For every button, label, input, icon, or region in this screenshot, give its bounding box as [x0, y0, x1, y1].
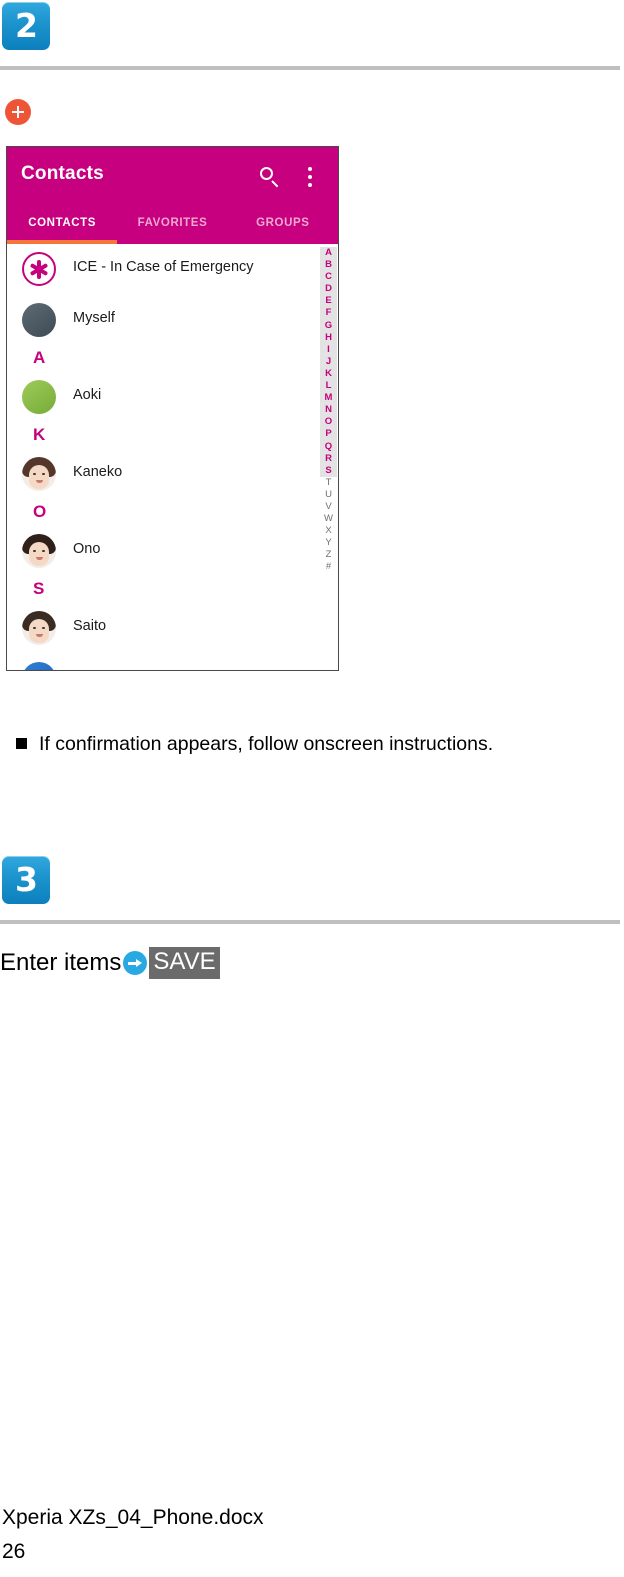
alpha-index-letter[interactable]: X: [320, 525, 337, 538]
avatar: [22, 380, 56, 414]
section-header: S: [7, 577, 338, 603]
alpha-index-letter[interactable]: T: [320, 476, 337, 489]
section-header: O: [7, 500, 338, 526]
alpha-index-letter[interactable]: D: [320, 283, 337, 296]
avatar: [22, 303, 56, 337]
contact-name: Myself: [73, 310, 115, 326]
alpha-index-letter[interactable]: R: [320, 452, 337, 465]
alpha-index-letter[interactable]: U: [320, 488, 337, 501]
avatar: [22, 457, 56, 491]
alpha-index-letter[interactable]: Y: [320, 537, 337, 550]
alpha-index-letter[interactable]: K: [320, 367, 337, 381]
instruction-lead-text: Enter items: [0, 949, 122, 976]
note-line: If confirmation appears, follow onscreen…: [16, 733, 616, 756]
section-letter: O: [33, 502, 47, 521]
alpha-index-letter[interactable]: S: [320, 464, 337, 477]
contact-name: ICE - In Case of Emergency: [73, 259, 254, 275]
ice-asterisk-avatar: [22, 252, 56, 286]
add-plus-icon: [5, 99, 31, 125]
list-item[interactable]: Myself: [7, 295, 338, 346]
arrow-right-circle-icon: [123, 951, 148, 975]
alpha-index-letter[interactable]: M: [320, 392, 337, 405]
horizontal-rule: [0, 66, 620, 70]
alpha-index-letter[interactable]: Q: [320, 440, 337, 453]
step-number-badge-2: 2: [2, 2, 50, 50]
footer-filename: Xperia XZs_04_Phone.docx: [2, 1506, 264, 1529]
contact-list: ICE - In Case of Emergency Myself A Aoki…: [7, 244, 338, 670]
avatar: [22, 662, 56, 670]
alpha-index-letter[interactable]: P: [320, 428, 337, 441]
app-bar-title: Contacts: [21, 163, 104, 184]
section-header: K: [7, 423, 338, 449]
section-letter: K: [33, 425, 46, 444]
list-item[interactable]: Saito: [7, 603, 338, 654]
alpha-index-letter[interactable]: Z: [320, 549, 337, 562]
section-letter: S: [33, 579, 45, 598]
horizontal-rule: [0, 920, 620, 924]
save-chip-label: SAVE: [149, 947, 220, 979]
alpha-index-letter[interactable]: A: [320, 247, 337, 260]
alpha-index-letter[interactable]: H: [320, 331, 337, 344]
contact-name: Saito: [73, 618, 107, 634]
alpha-index-letter[interactable]: F: [320, 307, 337, 320]
alpha-index-letter[interactable]: V: [320, 500, 337, 514]
list-item[interactable]: Ono: [7, 526, 338, 577]
app-bar: Contacts: [7, 147, 338, 208]
alpha-index-letter[interactable]: E: [320, 295, 337, 308]
section-letter: A: [33, 348, 46, 367]
list-item[interactable]: [7, 654, 338, 670]
instruction-line: Enter items SAVE: [0, 946, 220, 980]
list-item[interactable]: Kaneko: [7, 449, 338, 500]
alpha-index-letter[interactable]: L: [320, 380, 337, 393]
tab-contacts[interactable]: CONTACTS: [7, 208, 117, 244]
note-text: If confirmation appears, follow onscreen…: [39, 733, 494, 755]
phone-screenshot: Contacts CONTACTS FAVORITES GROUPS ICE -…: [6, 146, 339, 671]
alphabet-index-scrubber[interactable]: A B C D E F G H I J K L M N O P Q R S T U V W X Y Z #: [320, 244, 337, 670]
avatar: [22, 611, 56, 645]
alpha-index-letter[interactable]: J: [320, 355, 337, 368]
alpha-index-letter[interactable]: #: [320, 561, 337, 574]
alpha-index-letter[interactable]: N: [320, 404, 337, 417]
contact-name: Aoki: [73, 387, 102, 403]
step-number-badge-3: 3: [2, 856, 50, 904]
tab-bar: CONTACTS FAVORITES GROUPS: [7, 208, 338, 244]
footer-page-number: 26: [2, 1540, 26, 1563]
tab-favorites[interactable]: FAVORITES: [117, 208, 227, 244]
alpha-index-letter[interactable]: O: [320, 416, 337, 429]
alpha-index-letter[interactable]: C: [320, 271, 337, 284]
list-item[interactable]: Aoki: [7, 372, 338, 423]
square-bullet-icon: [16, 738, 27, 749]
alpha-index-letter[interactable]: G: [320, 319, 337, 332]
overflow-menu-icon[interactable]: [298, 165, 322, 189]
alpha-index-letter[interactable]: W: [320, 513, 337, 526]
contact-name: Kaneko: [73, 464, 123, 480]
alpha-index-letter[interactable]: B: [320, 259, 337, 272]
list-item[interactable]: ICE - In Case of Emergency: [7, 244, 338, 295]
alpha-index-letter[interactable]: I: [320, 343, 337, 356]
contact-name: Ono: [73, 541, 101, 557]
avatar: [22, 534, 56, 568]
tab-groups[interactable]: GROUPS: [228, 208, 338, 244]
section-header: A: [7, 346, 338, 372]
search-icon[interactable]: [258, 165, 282, 189]
